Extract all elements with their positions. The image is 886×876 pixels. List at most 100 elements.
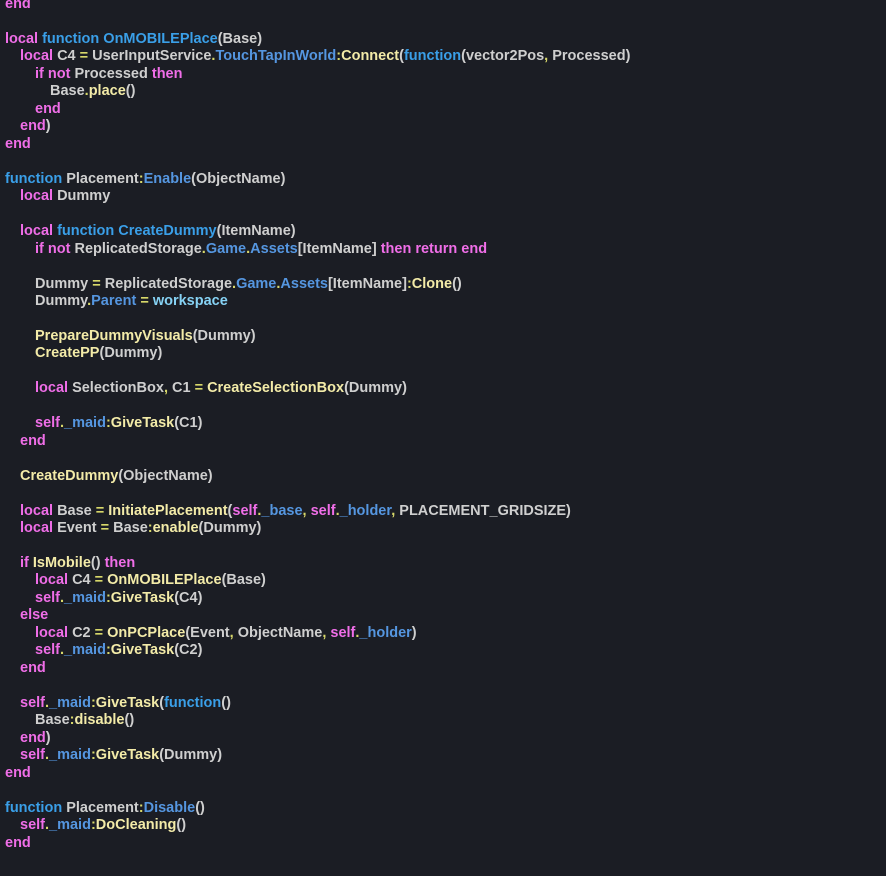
code-line[interactable]: end xyxy=(5,136,630,153)
token-property: _holder xyxy=(359,624,412,641)
token-identifier: Dummy xyxy=(35,292,88,309)
code-line[interactable]: Base:disable() xyxy=(5,712,630,729)
token-identifier: () xyxy=(90,555,105,571)
code-line[interactable] xyxy=(5,363,630,380)
code-line[interactable]: local C4 = UserInputService.TouchTapInWo… xyxy=(5,48,630,65)
code-line[interactable]: CreateDummy(ObjectName) xyxy=(5,468,630,485)
token-property: _maid xyxy=(49,817,91,834)
token-property: Assets xyxy=(280,275,328,292)
code-line[interactable]: local Base = InitiatePlacement(self._bas… xyxy=(5,503,630,520)
code-line[interactable]: self._maid:GiveTask(C2) xyxy=(5,642,630,659)
code-line[interactable]: Dummy.Parent = workspace xyxy=(5,293,630,310)
code-line[interactable] xyxy=(5,485,630,502)
token-method-call: InitiatePlacement xyxy=(108,502,228,519)
token-identifier: Processed) xyxy=(548,48,631,65)
code-line[interactable] xyxy=(5,258,630,275)
code-line[interactable]: end xyxy=(5,0,630,13)
token-keyword: local xyxy=(20,223,54,240)
token-keyword: end xyxy=(20,432,46,449)
code-line[interactable]: end xyxy=(5,433,630,450)
code-line[interactable] xyxy=(5,13,630,30)
code-line[interactable]: local SelectionBox, C1 = CreateSelection… xyxy=(5,380,630,397)
token-identifier: C4 xyxy=(53,48,80,65)
code-line[interactable]: if not ReplicatedStorage.Game.Assets[Ite… xyxy=(5,241,630,258)
token-identifier: () xyxy=(195,799,205,816)
code-line[interactable]: self._maid:GiveTask(C4) xyxy=(5,590,630,607)
token-identifier: (Dummy) xyxy=(159,747,223,764)
token-method-call: GiveTask xyxy=(95,694,160,711)
code-line[interactable]: else xyxy=(5,607,630,624)
token-keyword: local xyxy=(35,572,69,589)
code-line[interactable]: end xyxy=(5,660,630,677)
code-line[interactable]: local C2 = OnPCPlace(Event, ObjectName, … xyxy=(5,625,630,642)
code-line[interactable]: end) xyxy=(5,118,630,135)
code-line[interactable] xyxy=(5,450,630,467)
code-line[interactable]: end xyxy=(5,101,630,118)
code-line[interactable] xyxy=(5,206,630,223)
code-line[interactable]: local function CreateDummy(ItemName) xyxy=(5,223,630,240)
code-line[interactable]: self._maid:DoCleaning() xyxy=(5,817,630,834)
token-identifier: ReplicatedStorage xyxy=(100,275,233,292)
code-line[interactable]: local Event = Base:enable(Dummy) xyxy=(5,520,630,537)
token-identifier: () xyxy=(452,275,462,292)
code-line[interactable]: local Dummy xyxy=(5,188,630,205)
token-keyword: end xyxy=(5,0,31,12)
code-line[interactable]: PrepareDummyVisuals(Dummy) xyxy=(5,328,630,345)
code-line[interactable]: CreatePP(Dummy) xyxy=(5,345,630,362)
code-line[interactable]: end) xyxy=(5,730,630,747)
token-keyword: local xyxy=(20,188,54,205)
token-function-keyword: function xyxy=(164,694,222,711)
token-keyword: end xyxy=(20,118,46,135)
token-function-keyword: function xyxy=(57,223,115,240)
token-method-call: GiveTask xyxy=(95,747,160,764)
token-keyword: self xyxy=(20,747,45,764)
code-line[interactable]: if not Processed then xyxy=(5,66,630,83)
token-function-name: CreateDummy xyxy=(118,223,217,240)
code-line[interactable]: Dummy = ReplicatedStorage.Game.Assets[It… xyxy=(5,276,630,293)
code-line[interactable]: Base.place() xyxy=(5,83,630,100)
token-identifier: (Dummy) xyxy=(99,345,163,362)
code-editor[interactable]: end local function OnMOBILEPlace(Base) loc… xyxy=(5,0,630,852)
code-line[interactable]: end xyxy=(5,765,630,782)
token-identifier: (C2) xyxy=(174,642,203,659)
token-identifier: Placement xyxy=(62,799,139,816)
code-line[interactable]: local function OnMOBILEPlace(Base) xyxy=(5,31,630,48)
code-line[interactable] xyxy=(5,677,630,694)
code-line[interactable] xyxy=(5,538,630,555)
code-line[interactable]: self._maid:GiveTask(Dummy) xyxy=(5,747,630,764)
token-method-call: GiveTask xyxy=(110,415,175,432)
token-property: _maid xyxy=(64,642,106,659)
code-line[interactable] xyxy=(5,153,630,170)
token-identifier: () xyxy=(176,817,187,834)
code-line[interactable]: local C4 = OnMOBILEPlace(Base) xyxy=(5,572,630,589)
code-line[interactable]: self._maid:GiveTask(C1) xyxy=(5,415,630,432)
code-line[interactable] xyxy=(5,310,630,327)
code-line[interactable]: function Placement:Enable(ObjectName) xyxy=(5,171,630,188)
token-identifier: [ItemName] xyxy=(327,275,407,292)
code-line[interactable]: if IsMobile() then xyxy=(5,555,630,572)
token-property: Assets xyxy=(250,240,298,257)
code-line[interactable] xyxy=(5,398,630,415)
token-keyword: self xyxy=(20,817,45,834)
token-identifier: () xyxy=(125,83,136,100)
token-keyword: else xyxy=(20,607,49,624)
token-identifier: ) xyxy=(45,118,51,135)
code-line[interactable]: self._maid:GiveTask(function() xyxy=(5,695,630,712)
token-method-call: PrepareDummyVisuals xyxy=(35,327,193,344)
token-method-call: disable xyxy=(74,712,125,729)
token-property: _maid xyxy=(64,415,106,432)
code-line[interactable]: end xyxy=(5,835,630,852)
token-identifier: (Dummy) xyxy=(198,520,262,537)
token-identifier: C2 xyxy=(68,624,95,641)
token-identifier: Processed xyxy=(70,65,152,82)
token-function-keyword: function xyxy=(5,799,63,816)
token-function-keyword: function xyxy=(42,30,100,47)
token-operator: = xyxy=(94,624,104,641)
token-property: Parent xyxy=(91,292,137,309)
token-identifier: ReplicatedStorage xyxy=(70,240,202,257)
token-property: Enable xyxy=(143,170,192,187)
token-identifier: (ObjectName) xyxy=(118,467,213,484)
code-line[interactable]: function Placement:Disable() xyxy=(5,800,630,817)
code-line[interactable] xyxy=(5,782,630,799)
token-identifier: Base xyxy=(50,83,85,100)
